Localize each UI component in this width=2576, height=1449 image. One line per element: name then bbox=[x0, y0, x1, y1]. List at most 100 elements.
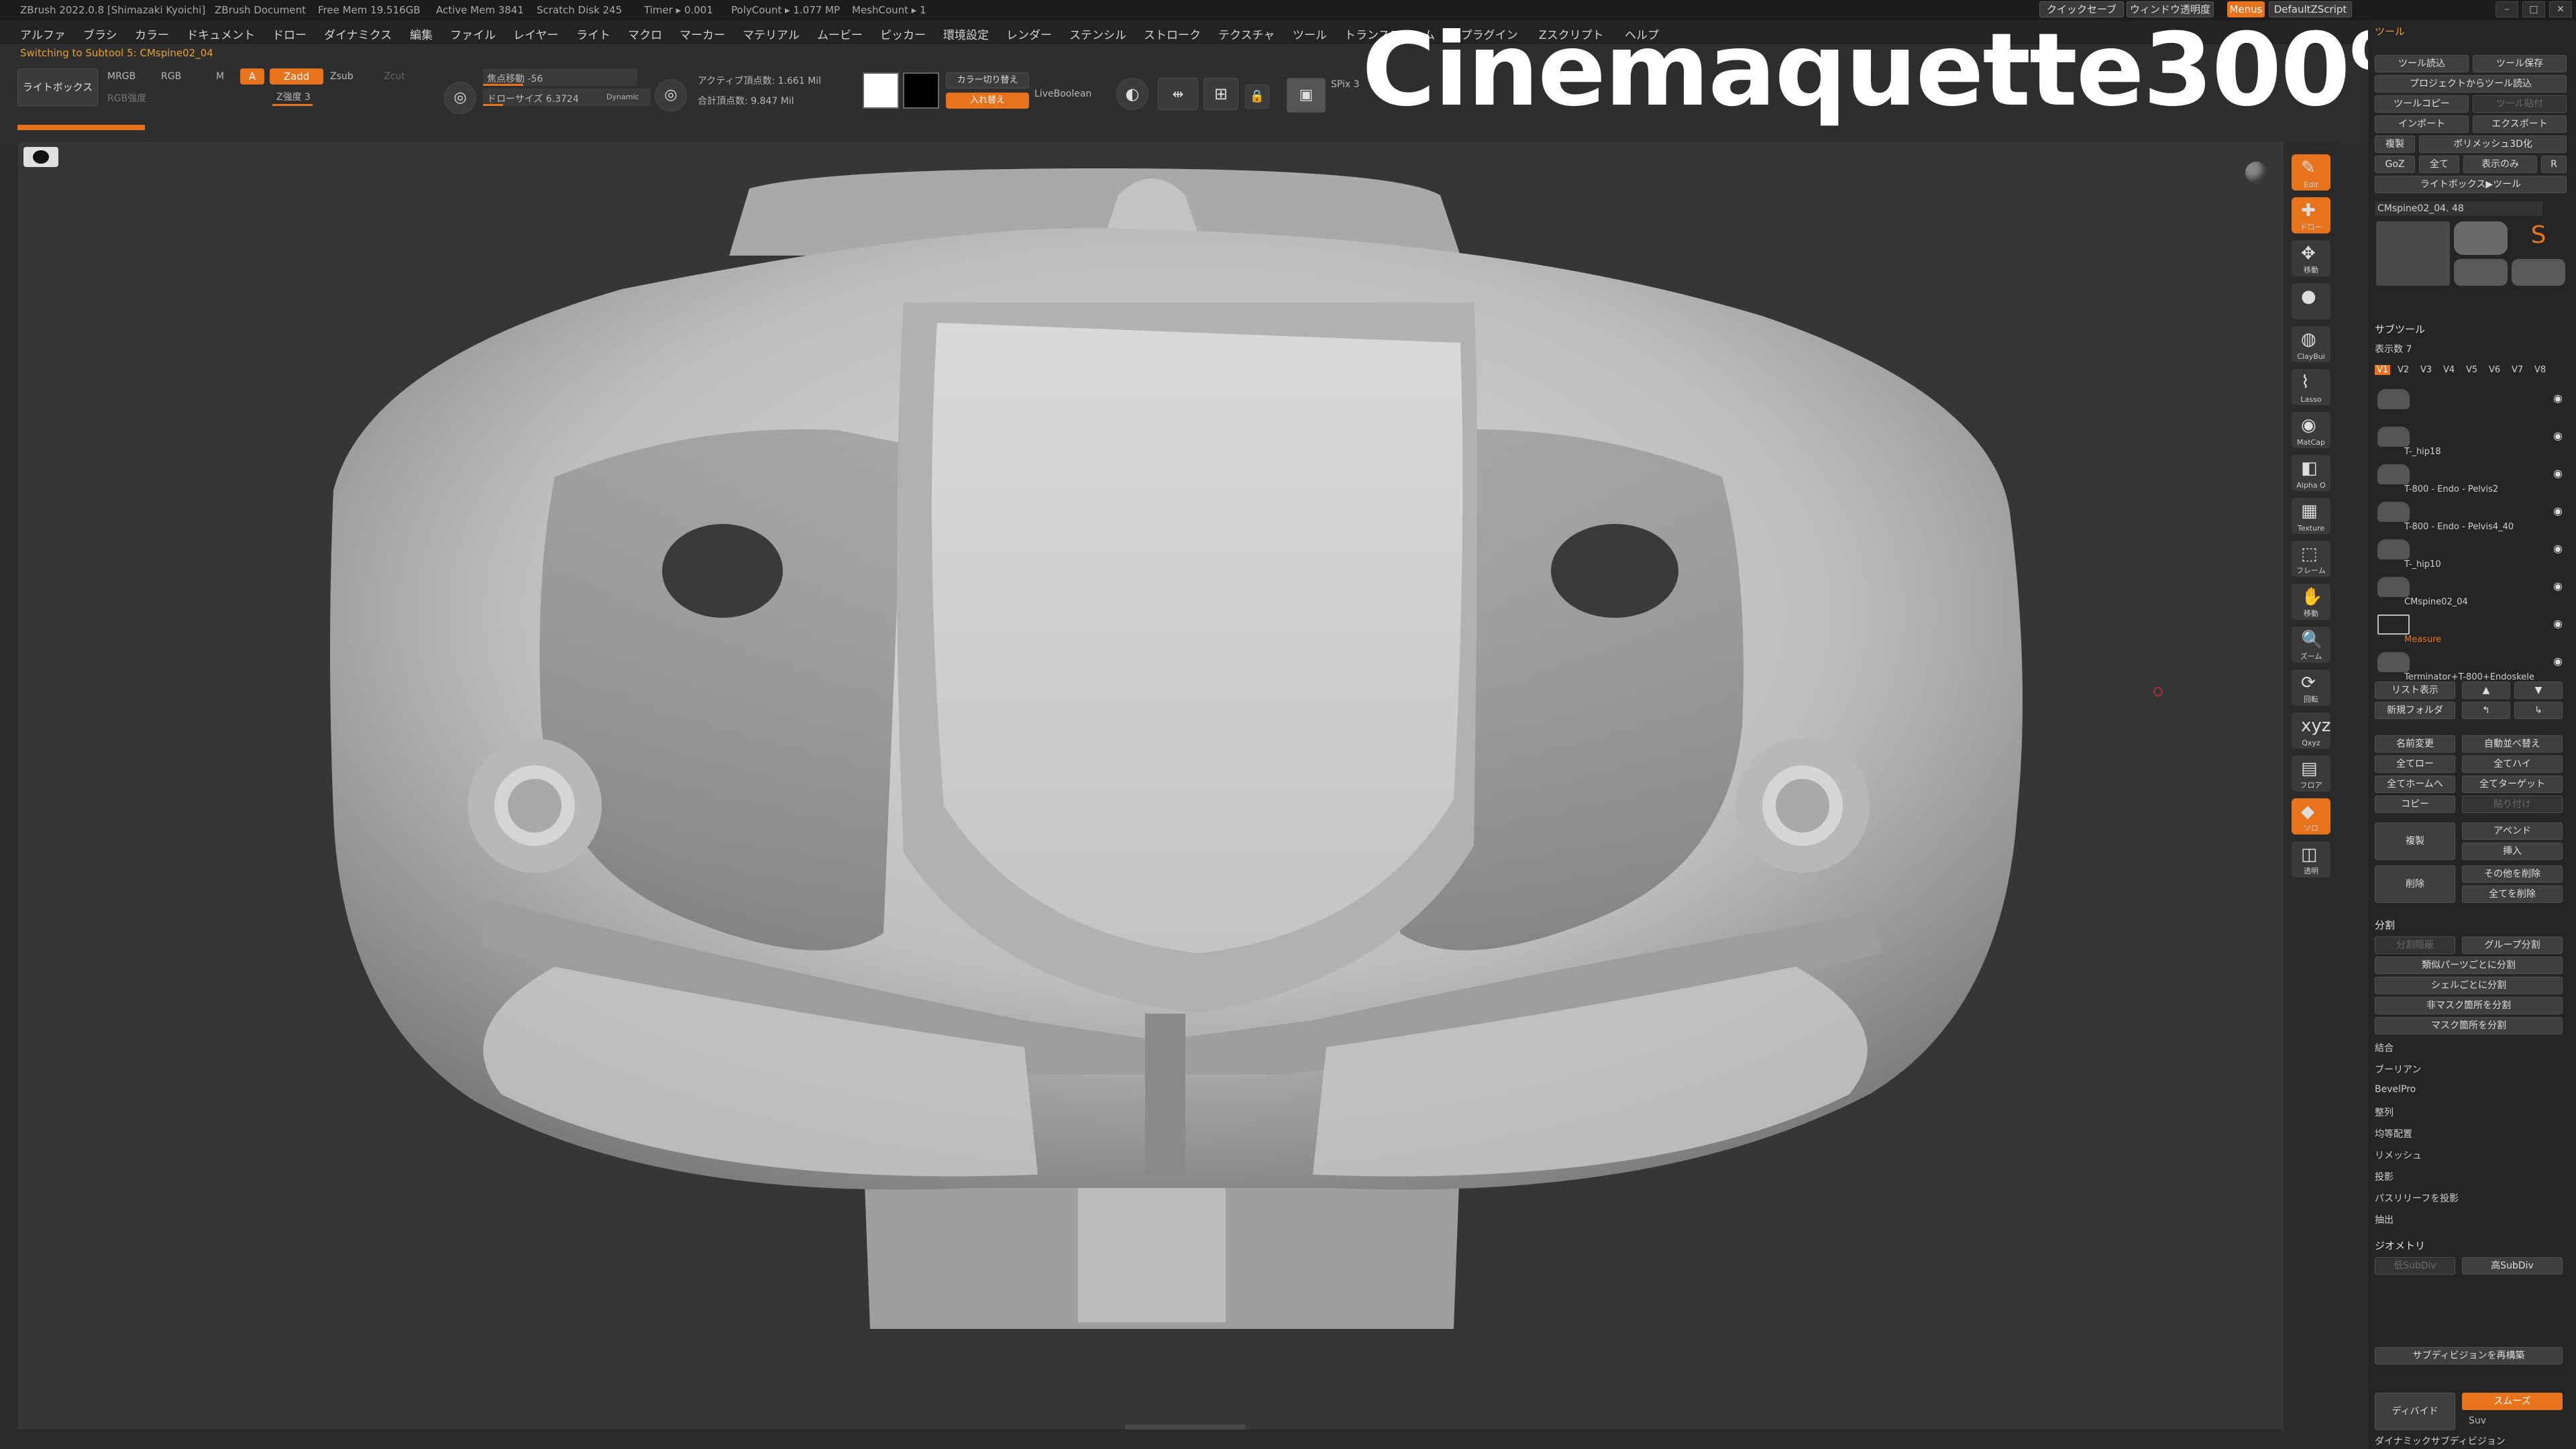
eye-icon[interactable]: ◉ bbox=[2553, 429, 2563, 442]
goz-button[interactable]: GoZ bbox=[2375, 156, 2415, 173]
paste-tool-button[interactable]: ツール貼付 bbox=[2473, 95, 2567, 113]
floor-icon[interactable]: ▤ フロア bbox=[2292, 755, 2330, 792]
menu-item[interactable]: ブラシ bbox=[83, 25, 117, 42]
dynamic-toggle[interactable]: Dynamic bbox=[606, 93, 639, 101]
shading-icon[interactable]: ◐ bbox=[1116, 78, 1148, 110]
geometry-header[interactable]: ジオメトリ bbox=[2375, 1237, 2569, 1254]
higher-subdiv-button[interactable]: 高SubDiv bbox=[2462, 1257, 2563, 1275]
panel-section[interactable]: 整列 bbox=[2375, 1106, 2394, 1119]
save-tool-button[interactable]: ツール保存 bbox=[2473, 55, 2567, 72]
delete-other-button[interactable]: その他を削除 bbox=[2462, 865, 2563, 883]
panel-section[interactable]: パスリリーフを投影 bbox=[2375, 1191, 2459, 1205]
lower-subdiv-button[interactable]: 低SubDiv bbox=[2375, 1257, 2455, 1275]
draw-icon[interactable]: ✚ ドロー bbox=[2292, 197, 2330, 233]
insert-button[interactable]: 挿入 bbox=[2462, 843, 2563, 860]
transpose-icon[interactable]: ⊞ bbox=[1203, 78, 1238, 110]
frame-icon[interactable]: ⬚ フレーム bbox=[2292, 541, 2330, 577]
suv-toggle[interactable]: Suv bbox=[2469, 1415, 2486, 1426]
append-button[interactable]: アペンド bbox=[2462, 822, 2563, 840]
lightbox-button[interactable]: ライトボックス bbox=[17, 68, 98, 106]
split-header[interactable]: 分割 bbox=[2375, 916, 2569, 934]
subtool-row[interactable]: CMspine02_04 ◉ bbox=[2377, 570, 2567, 609]
split-similar-button[interactable]: 類似パーツごとに分割 bbox=[2375, 957, 2563, 974]
menu-item[interactable]: マテリアル bbox=[743, 25, 800, 42]
delete-all-button[interactable]: 全てを削除 bbox=[2462, 885, 2563, 903]
rgb-button[interactable]: RGB bbox=[161, 71, 181, 82]
menu-item[interactable]: マクロ bbox=[628, 25, 662, 42]
divide-button[interactable]: ディバイド bbox=[2375, 1393, 2455, 1430]
version-toggle[interactable]: V2 bbox=[2398, 365, 2409, 375]
color-switch-button[interactable]: カラー切り替え bbox=[946, 72, 1029, 89]
load-from-project-button[interactable]: プロジェクトからツール読込 bbox=[2375, 75, 2567, 93]
panel-section[interactable]: 抽出 bbox=[2375, 1213, 2394, 1226]
clone-button[interactable]: 複製 bbox=[2375, 136, 2415, 153]
solo-icon[interactable]: ◆ ソロ bbox=[2292, 798, 2330, 835]
menu-item[interactable]: ファイル bbox=[450, 25, 496, 42]
subtool-row[interactable]: Terminator+T-800+Endoskele ◉ bbox=[2377, 645, 2567, 684]
tool-thumb-cmspine[interactable] bbox=[2454, 259, 2508, 286]
menu-item[interactable]: ムービー bbox=[817, 25, 863, 42]
tool-thumb-cylinder[interactable] bbox=[2454, 221, 2508, 255]
draw-size-icon[interactable]: ◎ bbox=[655, 79, 687, 111]
alpha-icon[interactable]: ◧ Alpha O bbox=[2292, 455, 2330, 491]
maximize-icon[interactable]: □ bbox=[2522, 1, 2545, 17]
subtool-row[interactable]: T-_hip10 ◉ bbox=[2377, 533, 2567, 572]
goz-r-button[interactable]: R bbox=[2541, 156, 2567, 173]
reconstruct-subdiv-button[interactable]: サブディビジョンを再構築 bbox=[2375, 1347, 2563, 1364]
swap-color-button[interactable]: 入れ替え bbox=[946, 93, 1029, 109]
a-button[interactable]: A bbox=[240, 68, 264, 85]
panel-section[interactable]: 結合 bbox=[2375, 1041, 2394, 1055]
arrow-right-icon[interactable]: ↳ bbox=[2514, 702, 2563, 719]
current-tool-slider[interactable]: CMspine02_04. 48 bbox=[2375, 201, 2542, 216]
main-color-swatch[interactable] bbox=[863, 72, 899, 109]
minimize-icon[interactable]: – bbox=[2496, 1, 2518, 17]
import-button[interactable]: インポート bbox=[2375, 115, 2469, 133]
version-toggle[interactable]: V1 bbox=[2375, 365, 2391, 375]
menu-item[interactable]: レンダー bbox=[1006, 25, 1052, 42]
subtool-op-button[interactable]: 全てターゲット bbox=[2462, 775, 2563, 793]
subtool-op-button[interactable]: 名前変更 bbox=[2375, 735, 2455, 753]
lightbox-tools-button[interactable]: ライトボックス▶ツール bbox=[2375, 176, 2567, 193]
version-toggle[interactable]: V4 bbox=[2443, 365, 2455, 375]
panel-section[interactable]: ブーリアン bbox=[2375, 1063, 2421, 1076]
menu-item[interactable]: レイヤー bbox=[513, 25, 559, 42]
focal-shift-slider[interactable]: 焦点移動 -56 bbox=[483, 68, 637, 86]
texture-icon[interactable]: ▦ Texture bbox=[2292, 498, 2330, 534]
rgb-intensity-slider[interactable]: RGB強度 bbox=[107, 91, 146, 105]
visible-count[interactable]: 表示数 7 bbox=[2375, 342, 2412, 356]
delete-button[interactable]: 削除 bbox=[2375, 865, 2455, 903]
copy-tool-button[interactable]: ツールコピー bbox=[2375, 95, 2469, 113]
tool-thumb-hip[interactable] bbox=[2512, 259, 2565, 286]
eye-icon[interactable]: ◉ bbox=[2553, 392, 2563, 405]
menu-item[interactable]: ピッカー bbox=[880, 25, 926, 42]
brush-icon[interactable]: ● bbox=[2292, 283, 2330, 319]
eye-icon[interactable]: ◉ bbox=[2553, 655, 2563, 667]
split-shells-button[interactable]: シェルごとに分割 bbox=[2375, 977, 2563, 994]
secondary-color-swatch[interactable] bbox=[903, 72, 939, 109]
menu-item[interactable]: ライト bbox=[576, 25, 610, 42]
panel-section[interactable]: リメッシュ bbox=[2375, 1148, 2422, 1162]
split-hidden-button[interactable]: 分割隠蔽 bbox=[2375, 936, 2455, 954]
pa-icon[interactable]: ▣ bbox=[1287, 78, 1326, 113]
menu-item[interactable]: 環境設定 bbox=[943, 25, 989, 42]
group-split-button[interactable]: グループ分割 bbox=[2462, 936, 2563, 954]
m-button[interactable]: M bbox=[216, 71, 224, 82]
menu-item[interactable]: ダイナミクス bbox=[324, 25, 392, 42]
menu-item[interactable]: マーカー bbox=[680, 25, 725, 42]
menu-item[interactable]: ドロー bbox=[272, 25, 307, 42]
make-polymesh-button[interactable]: ポリメッシュ3D化 bbox=[2419, 136, 2567, 153]
zsub-button[interactable]: Zsub bbox=[330, 71, 354, 82]
zadd-button[interactable]: Zadd bbox=[270, 68, 323, 85]
transp-icon[interactable]: ◫ 透明 bbox=[2292, 841, 2330, 877]
eye-icon[interactable]: ◉ bbox=[2553, 542, 2563, 555]
matcap-icon[interactable]: ◉ MatCap bbox=[2292, 412, 2330, 448]
new-folder-button[interactable]: 新規フォルダ bbox=[2375, 702, 2455, 719]
menu-item[interactable]: ツール bbox=[1293, 25, 1327, 42]
zcut-button[interactable]: Zcut bbox=[384, 71, 405, 82]
panel-section[interactable]: 均等配置 bbox=[2375, 1127, 2412, 1140]
lock-icon[interactable]: 🔒 bbox=[1245, 85, 1269, 109]
subtool-op-button[interactable]: 自動並べ替え bbox=[2462, 735, 2563, 753]
load-tool-button[interactable]: ツール読込 bbox=[2375, 55, 2469, 72]
close-icon[interactable]: ✕ bbox=[2549, 1, 2572, 17]
menu-item[interactable]: テクスチャ bbox=[1218, 25, 1275, 42]
